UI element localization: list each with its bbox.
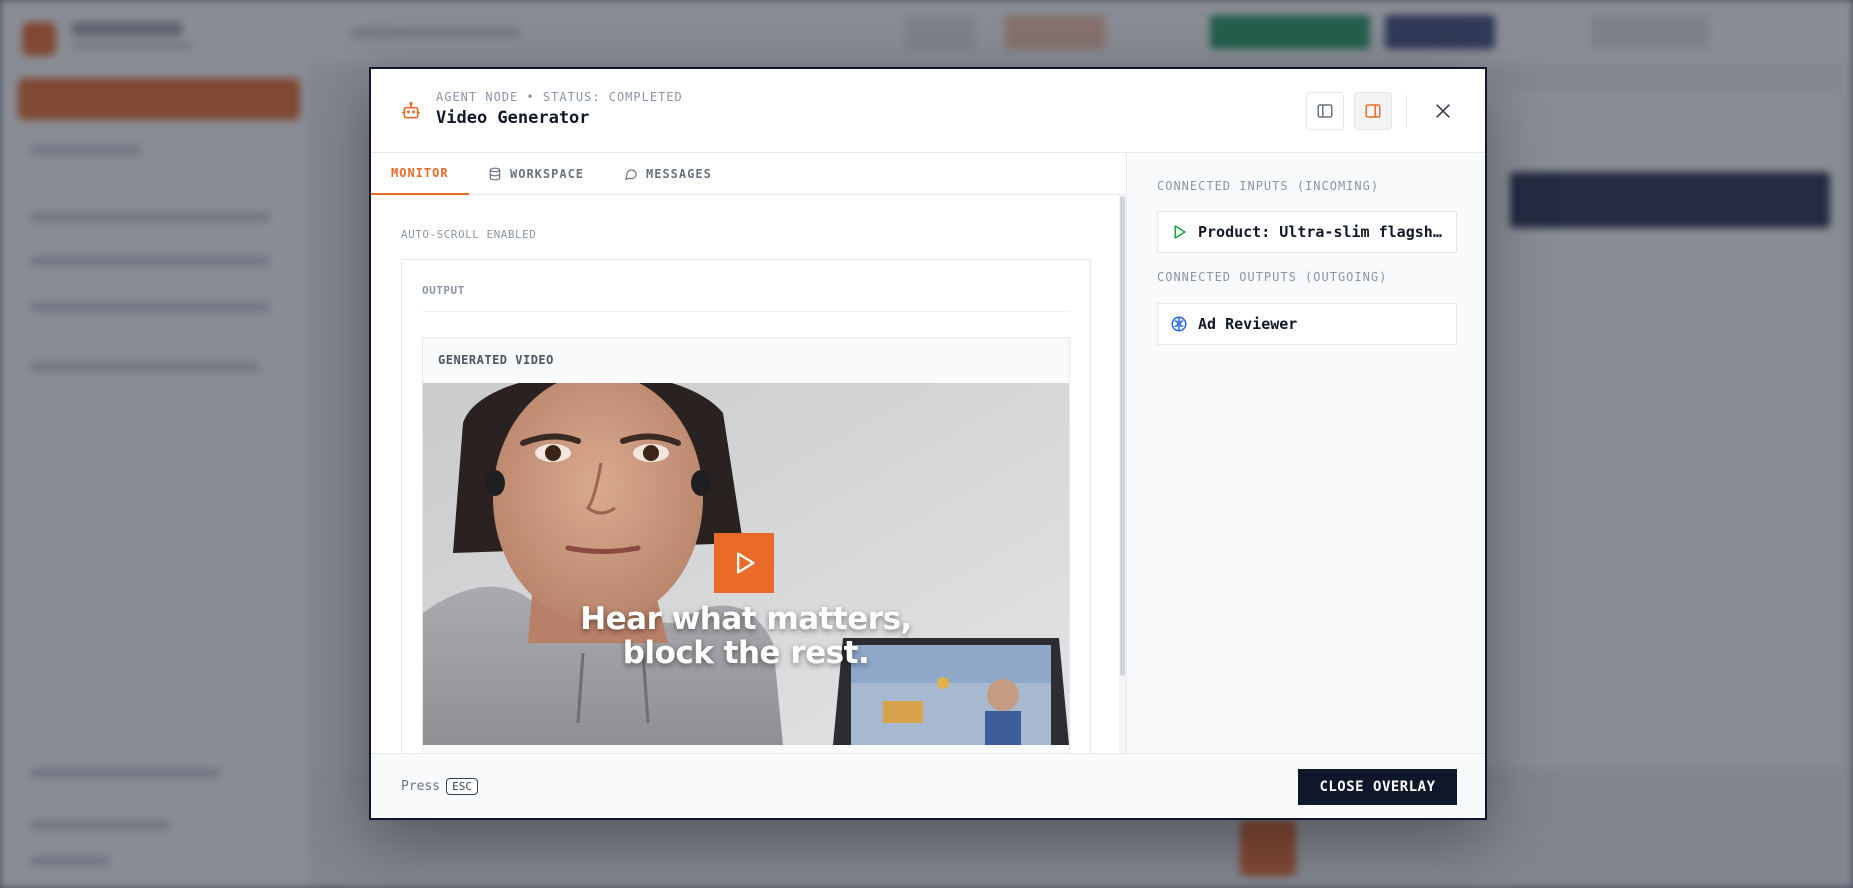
header-divider: [1406, 95, 1407, 127]
close-icon: [1436, 104, 1450, 118]
agent-node-modal: AGENT NODE • STATUS: COMPLETED Video Gen…: [369, 67, 1487, 820]
close-modal-button[interactable]: [1425, 93, 1461, 129]
output-label: OUTPUT: [422, 284, 465, 297]
connected-input-label: Product: Ultra-slim flagship true wirele…: [1198, 223, 1444, 241]
tab-workspace[interactable]: WORKSPACE: [488, 153, 584, 195]
video-caption-line2: block the rest.: [622, 635, 870, 671]
press-text: Press: [401, 779, 441, 794]
robot-icon: [401, 101, 421, 121]
tab-monitor[interactable]: MONITOR: [371, 153, 469, 195]
video-caption-line1: Hear what matters,: [580, 601, 912, 637]
video-player[interactable]: Hear what matters, block the rest.: [423, 383, 1069, 745]
tab-monitor-label: MONITOR: [391, 166, 449, 180]
modal-header: AGENT NODE • STATUS: COMPLETED Video Gen…: [371, 69, 1485, 153]
generated-video-card: GENERATED VIDEO Hear what matters, block…: [422, 337, 1070, 753]
output-divider: [422, 311, 1070, 312]
generated-video-label: GENERATED VIDEO: [438, 353, 554, 367]
connected-inputs-label: CONNECTED INPUTS (INCOMING): [1157, 179, 1380, 193]
autoscroll-status: AUTO-SCROLL ENABLED: [401, 228, 537, 241]
toggle-left-panel-button[interactable]: [1306, 92, 1344, 130]
database-icon: [489, 167, 501, 181]
modal-footer: Press ESC CLOSE OVERLAY: [371, 753, 1485, 818]
play-button[interactable]: [714, 533, 774, 593]
node-status-kicker: AGENT NODE • STATUS: COMPLETED: [436, 90, 683, 104]
connected-outputs-label: CONNECTED OUTPUTS (OUTGOING): [1157, 270, 1388, 284]
content-scrollbar-thumb[interactable]: [1120, 196, 1125, 676]
tab-messages[interactable]: MESSAGES: [624, 153, 712, 195]
close-overlay-button[interactable]: CLOSE OVERLAY: [1298, 769, 1457, 805]
esc-key: ESC: [446, 778, 479, 795]
tab-messages-label: MESSAGES: [646, 167, 712, 181]
message-bubble-icon: [624, 169, 637, 181]
monitor-pane: MONITOR WORKSPACE MESSAGES AUTO-SCROLL E…: [371, 153, 1126, 753]
connected-input-item[interactable]: Product: Ultra-slim flagship true wirele…: [1157, 211, 1457, 253]
modal-title: Video Generator: [436, 108, 590, 128]
output-card: OUTPUT GENERATED VIDEO Hear what matters…: [401, 259, 1091, 753]
play-icon: [737, 552, 755, 574]
tab-workspace-label: WORKSPACE: [510, 167, 585, 181]
toggle-right-panel-button[interactable]: [1354, 92, 1392, 130]
play-icon: [1174, 225, 1186, 239]
panel-left-icon: [1317, 104, 1333, 118]
connected-output-item[interactable]: Ad Reviewer: [1157, 303, 1457, 345]
esc-hint: Press ESC: [401, 778, 479, 795]
panel-right-icon: [1365, 104, 1381, 118]
connected-output-label: Ad Reviewer: [1198, 315, 1298, 333]
connections-pane: CONNECTED INPUTS (INCOMING) Product: Ult…: [1126, 153, 1485, 753]
monitor-content[interactable]: AUTO-SCROLL ENABLED OUTPUT GENERATED VID…: [371, 196, 1126, 753]
tab-bar: MONITOR WORKSPACE MESSAGES: [371, 153, 1126, 195]
brain-icon: [1171, 316, 1187, 332]
